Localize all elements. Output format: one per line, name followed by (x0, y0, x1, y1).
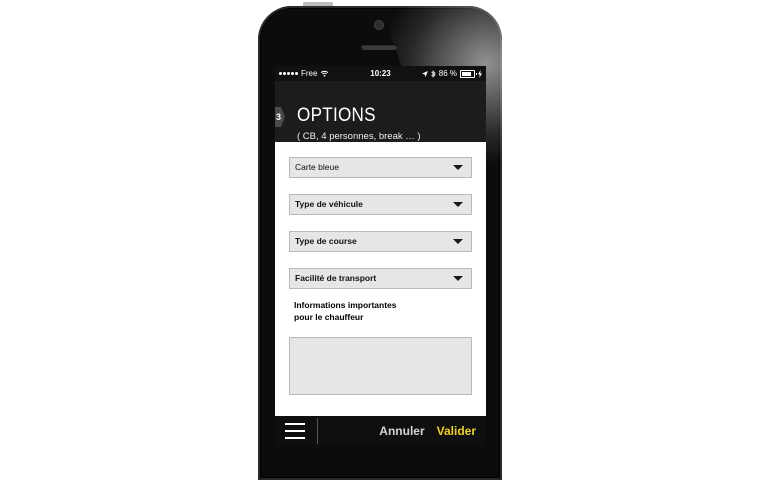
dropdown-arrow-icon (453, 239, 463, 244)
signal-dots-icon (279, 72, 298, 75)
step-indicator[interactable]: 3 (275, 107, 285, 127)
dropdown-arrow-icon (453, 165, 463, 170)
hamburger-menu-icon[interactable] (285, 423, 305, 439)
driver-info-textarea[interactable] (289, 337, 472, 395)
validate-button[interactable]: Valider (437, 424, 476, 438)
front-camera (375, 21, 383, 29)
footer-divider (317, 418, 318, 444)
cancel-button[interactable]: Annuler (379, 424, 424, 438)
status-left: Free (279, 69, 329, 78)
options-form: Carte bleue Type de véhicule Type de cou… (275, 142, 486, 395)
transport-facility-select[interactable]: Facilité de transport (289, 268, 472, 289)
carrier-name: Free (301, 69, 318, 78)
bottom-bar: Annuler Valider (275, 416, 486, 446)
location-arrow-icon (421, 70, 428, 77)
dropdown-arrow-icon (453, 202, 463, 207)
status-bar: Free 10:23 86 % (275, 66, 486, 81)
vehicle-type-select[interactable]: Type de véhicule (289, 194, 472, 215)
page-header: 3 OPTIONS ( CB, 4 personnes, break … ) (275, 81, 486, 142)
dropdown-arrow-icon (453, 276, 463, 281)
ride-type-select[interactable]: Type de course (289, 231, 472, 252)
vehicle-type-select-value: Type de véhicule (295, 199, 363, 209)
earpiece-speaker (361, 44, 397, 50)
bluetooth-icon (431, 69, 436, 78)
page-subtitle: ( CB, 4 personnes, break … ) (297, 131, 421, 142)
transport-facility-select-value: Facilité de transport (295, 273, 377, 283)
page-title: OPTIONS (297, 105, 376, 126)
ride-type-select-value: Type de course (295, 236, 357, 246)
driver-info-label-line1: Informations importantes (294, 300, 397, 310)
phone-frame: Free 10:23 86 % 3 OPTIONS (CB, 4 person… (258, 6, 502, 480)
payment-select-value: Carte bleue (295, 162, 339, 172)
status-right: 86 % (421, 69, 482, 78)
payment-select[interactable]: Carte bleue (289, 157, 472, 178)
battery-icon (460, 69, 477, 78)
app-screen: Free 10:23 86 % 3 OPTIONS (CB, 4 person… (275, 66, 486, 446)
charging-icon (478, 69, 482, 78)
battery-percent: 86 % (438, 69, 457, 78)
driver-info-label: Informations importantes pour le chauffe… (294, 299, 414, 323)
wifi-icon (321, 70, 329, 77)
driver-info-label-line2: pour le chauffeur (294, 312, 364, 322)
